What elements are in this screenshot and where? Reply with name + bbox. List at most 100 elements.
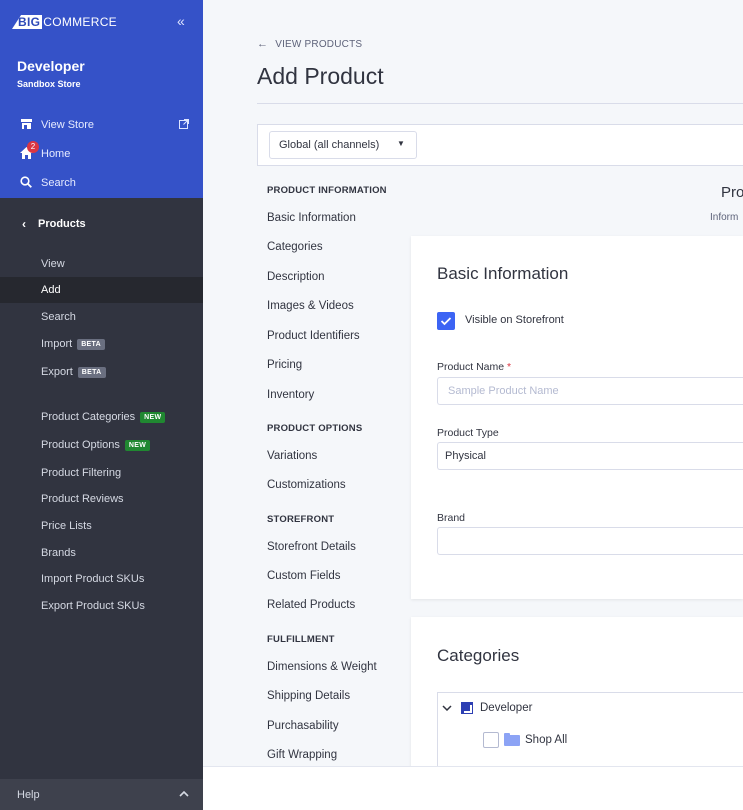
store-category-icon [461, 702, 473, 714]
sidebar-item-label: Export Product SKUs [41, 600, 145, 612]
category-label: Shop All [525, 734, 568, 746]
nav-item-inventory[interactable]: Inventory [267, 389, 314, 401]
nav-item-categories[interactable]: Categories [267, 241, 323, 253]
nav-section-product-options: PRODUCT OPTIONS [267, 423, 363, 434]
chevron-left-icon: ‹ [22, 217, 26, 231]
nav-item-dimensions-weight[interactable]: Dimensions & Weight [267, 661, 377, 673]
nav-item-storefront-details[interactable]: Storefront Details [267, 541, 356, 553]
sidebar-item-label: Product Filtering [41, 467, 122, 479]
sidebar: BIG COMMERCE « Developer Sandbox Store Vi… [0, 0, 203, 810]
nav-item-gift-wrapping[interactable]: Gift Wrapping [267, 749, 337, 761]
nav-item-description[interactable]: Description [267, 271, 325, 283]
nav-item-variations[interactable]: Variations [267, 450, 317, 462]
sidebar-item-label: Search [41, 311, 76, 323]
category-checkbox[interactable] [483, 732, 499, 748]
sidebar-header: BIG COMMERCE « Developer Sandbox Store Vi… [0, 0, 203, 198]
product-name-label: Product Name * [437, 361, 511, 373]
sidebar-item-export-skus[interactable]: Export Product SKUs [0, 593, 203, 619]
brand-input[interactable] [437, 527, 743, 555]
sidebar-item-add[interactable]: Add [0, 277, 203, 303]
sidebar-item-label: Import Product SKUs [41, 573, 145, 585]
preview-subtitle: Inform [710, 212, 739, 223]
store-subtitle: Sandbox Store [17, 79, 81, 89]
required-mark: * [507, 361, 512, 373]
category-tree-row[interactable]: Developer [442, 702, 532, 714]
sidebar-item-label: Add [41, 284, 61, 296]
sidebar-item-label: Price Lists [41, 520, 92, 532]
channel-select-value: Global (all channels) [279, 139, 380, 151]
external-link-icon[interactable] [179, 119, 189, 132]
back-to-products-link[interactable]: ← VIEW PRODUCTS [257, 38, 362, 50]
nav-item-custom-fields[interactable]: Custom Fields [267, 570, 341, 582]
page-title: Add Product [257, 63, 384, 89]
basic-information-title: Basic Information [437, 264, 569, 283]
double-chevron-left-icon[interactable]: « [177, 13, 185, 29]
nav-section-product-information: PRODUCT INFORMATION [267, 185, 387, 196]
sidebar-item-label: Import [41, 338, 73, 350]
nav-item-related-products[interactable]: Related Products [267, 599, 355, 611]
sidebar-item-label: Product Options [41, 439, 120, 451]
sidebar-item-product-reviews[interactable]: Product Reviews [0, 486, 203, 512]
chevron-up-icon [179, 789, 189, 800]
nav-section-storefront: STOREFRONT [267, 514, 335, 525]
new-badge: NEW [124, 439, 151, 451]
nav-item-customizations[interactable]: Customizations [267, 479, 346, 491]
help-label: Help [17, 788, 40, 801]
logo-text: COMMERCE [43, 15, 117, 29]
new-badge: NEW [140, 411, 166, 423]
sidebar-item-product-options[interactable]: Product Options NEW [0, 432, 203, 458]
nav-item-images-videos[interactable]: Images & Videos [267, 300, 354, 312]
main-content: ← VIEW PRODUCTS Add Product Global (all … [203, 0, 743, 810]
home-label: Home [41, 148, 71, 160]
visible-on-storefront-checkbox[interactable] [437, 312, 455, 330]
view-store-link[interactable]: View Store [18, 117, 94, 133]
search-link[interactable]: Search [18, 175, 76, 191]
products-section-header[interactable]: ‹ Products [0, 209, 203, 239]
sidebar-item-view[interactable]: View [0, 251, 203, 277]
sidebar-item-label: Brands [41, 547, 76, 559]
brand-label: Brand [437, 512, 466, 524]
view-store-label: View Store [41, 119, 94, 131]
product-type-label: Product Type [437, 427, 499, 439]
search-label: Search [41, 177, 76, 189]
sidebar-item-label: View [41, 258, 65, 270]
channel-select[interactable]: Global (all channels) ▼ [269, 131, 417, 159]
visible-on-storefront-label: Visible on Storefront [465, 314, 564, 326]
caret-down-icon: ▼ [397, 139, 405, 148]
sidebar-item-brands[interactable]: Brands [0, 540, 203, 566]
category-label: Developer [480, 702, 533, 714]
help-bar[interactable]: Help [0, 779, 203, 810]
nav-section-fulfillment: FULFILLMENT [267, 634, 335, 645]
preview-title: Pro [721, 184, 743, 201]
nav-item-product-identifiers[interactable]: Product Identifiers [267, 330, 360, 342]
sidebar-item-price-lists[interactable]: Price Lists [0, 513, 203, 539]
bigcommerce-logo[interactable]: BIG COMMERCE [12, 14, 117, 30]
sidebar-item-export[interactable]: Export BETA [0, 359, 203, 385]
nav-item-shipping-details[interactable]: Shipping Details [267, 690, 350, 702]
sidebar-item-import-skus[interactable]: Import Product SKUs [0, 566, 203, 592]
sidebar-item-label: Product Categories [41, 411, 136, 423]
channel-bar: Global (all channels) ▼ [257, 124, 743, 166]
nav-item-purchasability[interactable]: Purchasability [267, 720, 339, 732]
product-name-input[interactable]: Sample Product Name [437, 377, 743, 405]
sidebar-item-label: Product Reviews [41, 493, 124, 505]
logo-prefix: BIG [12, 15, 43, 29]
home-link[interactable]: Home [18, 146, 70, 162]
arrow-left-icon: ← [257, 38, 269, 50]
sidebar-item-search[interactable]: Search [0, 304, 203, 330]
sidebar-item-product-filtering[interactable]: Product Filtering [0, 460, 203, 486]
header-divider [257, 103, 743, 104]
chevron-down-icon[interactable] [442, 702, 452, 714]
sidebar-item-import[interactable]: Import BETA [0, 331, 203, 357]
product-name-label-text: Product Name [437, 361, 505, 373]
nav-item-basic-information[interactable]: Basic Information [267, 212, 356, 224]
sidebar-item-product-categories[interactable]: Product Categories NEW [0, 404, 203, 430]
bottom-action-bar [203, 766, 743, 810]
beta-badge: BETA [77, 338, 105, 350]
back-link-label: VIEW PRODUCTS [275, 38, 363, 50]
categories-title: Categories [437, 646, 520, 665]
category-tree-row[interactable]: Shop All [483, 732, 567, 748]
product-type-select[interactable]: Physical [437, 442, 743, 470]
basic-information-card: Basic Information Visible on Storefront … [411, 236, 743, 599]
nav-item-pricing[interactable]: Pricing [267, 359, 302, 371]
